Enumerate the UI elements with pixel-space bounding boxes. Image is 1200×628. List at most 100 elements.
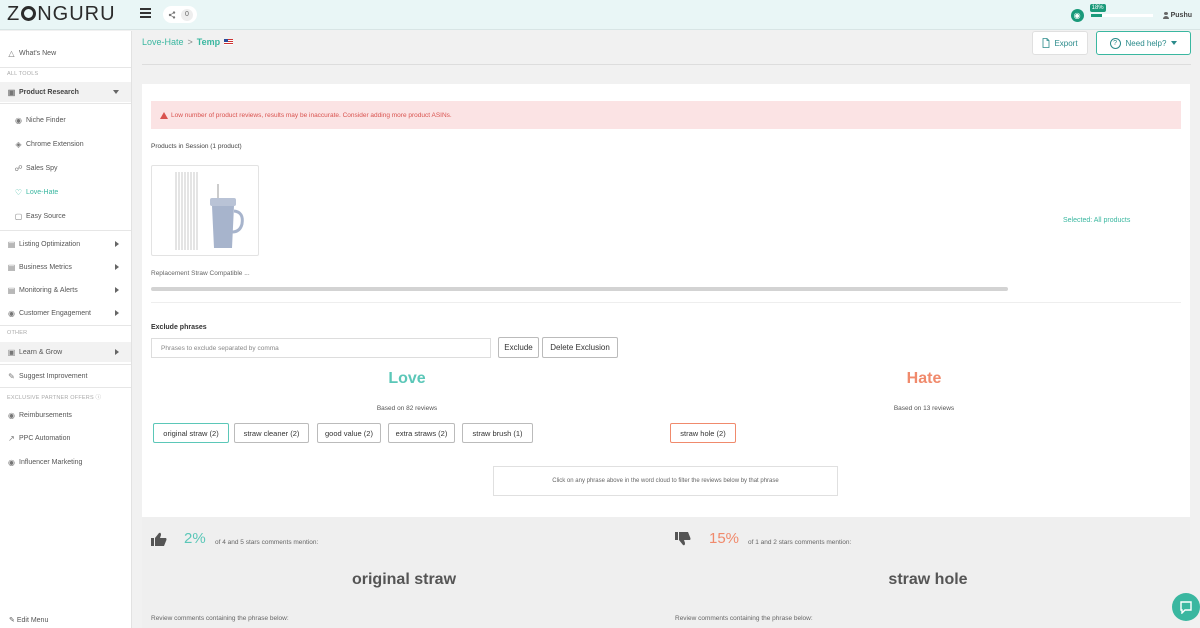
sidebar-item-label: Chrome Extension [26, 140, 84, 148]
product-thumbnail[interactable] [151, 165, 259, 256]
sidebar-item-label: Love-Hate [26, 188, 59, 196]
hate-percentage-desc: of 1 and 2 stars comments mention: [748, 539, 852, 546]
zonguru-logo[interactable]: Z NGURU [7, 3, 116, 26]
hate-title: Hate [906, 370, 942, 387]
chevron-right-icon [115, 241, 119, 247]
chat-support-button[interactable] [1172, 593, 1200, 621]
hate-review-count: Based on 13 reviews [893, 405, 955, 412]
share-icon [168, 10, 176, 19]
love-phrase-chip[interactable]: extra straws (2) [388, 423, 455, 443]
sidebar-item-niche-finder[interactable]: ◉ Niche Finder [14, 113, 66, 127]
sidebar-item-label: Suggest Improvement [19, 372, 88, 380]
chevron-right-icon [115, 264, 119, 270]
logo-text-end: NGURU [37, 3, 116, 25]
breadcrumb-current: Temp [196, 37, 221, 47]
influencer-icon: ◉ [8, 457, 15, 467]
share-button[interactable]: 0 [163, 6, 197, 23]
exclude-phrases-input[interactable]: Phrases to exclude separated by comma [151, 338, 491, 358]
sidebar-item-customer-engagement[interactable]: ◉ Customer Engagement [7, 306, 127, 320]
share-count: 0 [181, 8, 193, 21]
hate-phrase-chip[interactable]: straw hole (2) [670, 423, 736, 443]
page-header: Love-Hate > Temp Export ? Need help? [132, 31, 1200, 79]
love-phrase-chip[interactable]: good value (2) [317, 423, 381, 443]
love-phrase-chip[interactable]: straw cleaner (2) [234, 423, 309, 443]
horizontal-scrollbar[interactable] [151, 287, 1008, 291]
pencil-icon: ✎ [9, 617, 15, 624]
thumbs-down-icon [675, 532, 691, 546]
sidebar-item-sales-spy[interactable]: ☍ Sales Spy [14, 161, 58, 175]
product-image [175, 172, 244, 250]
logo-text-start: Z [7, 3, 21, 25]
divider [0, 325, 131, 326]
selected-love-phrase: original straw [351, 571, 457, 588]
need-help-button[interactable]: ? Need help? [1096, 31, 1191, 55]
delete-exclusion-button[interactable]: Delete Exclusion [542, 337, 618, 358]
sidebar-item-label: Easy Source [26, 212, 66, 220]
sidebar-item-monitoring-alerts[interactable]: ▤ Monitoring & Alerts [7, 283, 127, 297]
love-phrase-chip[interactable]: straw brush (1) [462, 423, 533, 443]
sidebar-item-reimbursements[interactable]: ◉ Reimbursements [7, 408, 72, 422]
exclude-button[interactable]: Exclude [498, 337, 539, 358]
box-icon: ▢ [14, 211, 23, 221]
bell-icon: △ [8, 48, 15, 58]
progress-badge: 18% [1089, 3, 1106, 12]
love-percentage-desc: of 4 and 5 stars comments mention: [215, 539, 319, 546]
search-box-icon: ▣ [7, 87, 16, 97]
user-icon [1162, 11, 1169, 19]
sidebar-item-easy-source[interactable]: ▢ Easy Source [14, 209, 66, 223]
sidebar-item-product-research[interactable]: ▣ Product Research [7, 85, 127, 99]
sidebar-item-business-metrics[interactable]: ▤ Business Metrics [7, 260, 127, 274]
file-export-icon [1043, 38, 1050, 48]
us-flag-icon [224, 39, 234, 45]
section-heading-all-tools: ALL TOOLS [7, 71, 39, 77]
phrase-mentions-section: 2% of 4 and 5 stars comments mention: or… [142, 517, 1190, 628]
onboarding-progress-bar[interactable]: 18% [1089, 3, 1153, 17]
section-heading-label: EXCLUSIVE PARTNER OFFERS [7, 395, 94, 401]
menu-icon[interactable] [140, 8, 151, 18]
chevron-right-icon [115, 349, 119, 355]
sidebar-item-label: Sales Spy [26, 164, 58, 172]
love-review-comments-label: Review comments containing the phrase be… [151, 615, 289, 622]
sidebar-item-label: Reimbursements [19, 411, 72, 419]
puzzle-icon: ◈ [15, 139, 22, 149]
selected-all-products[interactable]: Selected: All products [1063, 217, 1130, 224]
trend-line-icon: ↗ [8, 433, 15, 443]
users-icon: ◉ [8, 308, 15, 318]
exclude-phrases-label: Exclude phrases [151, 324, 207, 331]
product-name: Replacement Straw Compatible ... [151, 270, 250, 277]
user-menu[interactable]: Pushu [1162, 11, 1192, 19]
alert-icon: ▤ [7, 285, 16, 295]
edit-menu-link[interactable]: ✎ Edit Menu [9, 616, 48, 624]
divider [0, 364, 131, 365]
question-icon: ? [1109, 37, 1121, 49]
sidebar-item-label: Niche Finder [26, 116, 66, 124]
graduation-cap-icon[interactable]: ◉ [1070, 8, 1084, 22]
info-icon[interactable]: ⓘ [96, 395, 102, 401]
user-name: Pushu [1170, 11, 1192, 19]
sidebar-item-suggest-improvement[interactable]: ✎ Suggest Improvement [7, 369, 87, 383]
section-heading-partner-offers: EXCLUSIVE PARTNER OFFERS ⓘ [7, 393, 101, 401]
caret-down-icon [1171, 41, 1178, 45]
sidebar-item-label: Monitoring & Alerts [19, 286, 78, 294]
sidebar-item-label: Product Research [19, 88, 79, 96]
sidebar-item-ppc-automation[interactable]: ↗ PPC Automation [7, 431, 70, 445]
sidebar-item-learn-grow[interactable]: ▣ Learn & Grow [7, 345, 127, 359]
divider [0, 387, 131, 388]
love-phrase-chip[interactable]: original straw (2) [153, 423, 229, 443]
export-button[interactable]: Export [1032, 31, 1088, 55]
sidebar-item-chrome-extension[interactable]: ◈ Chrome Extension [14, 137, 84, 151]
binoculars-icon: ☍ [14, 163, 23, 173]
alert-text: Low number of product reviews, results m… [171, 111, 452, 119]
sidebar: △ What's New ALL TOOLS ▣ Product Research … [0, 31, 132, 628]
breadcrumb-love-hate[interactable]: Love-Hate [142, 37, 184, 47]
sidebar-item-love-hate[interactable]: ♡ Love-Hate [14, 185, 58, 199]
sidebar-item-influencer-marketing[interactable]: ◉ Influencer Marketing [7, 455, 82, 469]
divider [0, 103, 131, 104]
filter-hint: Click on any phrase above in the word cl… [493, 466, 838, 496]
sidebar-item-listing-optimization[interactable]: ▤ Listing Optimization [7, 237, 127, 251]
book-icon: ▣ [7, 347, 16, 357]
lightbulb-icon: ✎ [8, 371, 15, 381]
sidebar-item-whats-new[interactable]: △ What's New [7, 46, 56, 60]
breadcrumb-separator: > [187, 37, 193, 47]
chart-icon: ▤ [7, 239, 16, 249]
